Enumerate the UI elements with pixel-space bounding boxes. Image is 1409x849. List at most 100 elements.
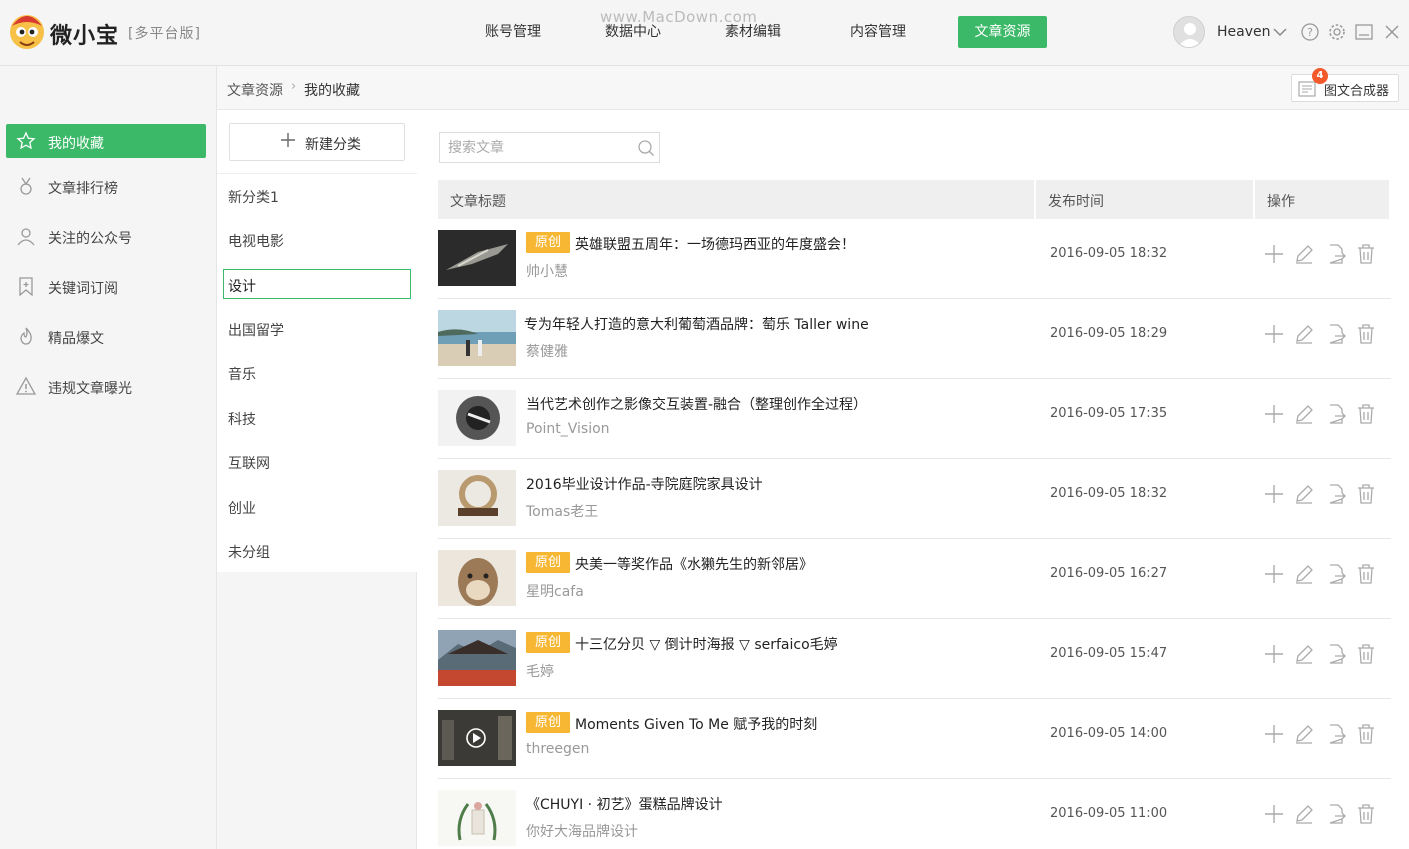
user-icon: [17, 228, 35, 246]
svg-text:?: ?: [1307, 26, 1313, 39]
article-date: 2016-09-05 16:27: [1050, 566, 1168, 581]
add-icon[interactable]: [1263, 803, 1285, 825]
category-panel: 新建分类 新分类1 电视电影 设计 出国留学 音乐 科技 互联网 创业 未分组: [217, 110, 417, 849]
trash-icon[interactable]: [1355, 403, 1377, 425]
breadcrumb-current: 我的收藏: [304, 83, 360, 99]
avatar[interactable]: [1173, 16, 1205, 48]
trash-icon[interactable]: [1355, 803, 1377, 825]
sidebar-item-keyword-subscribe[interactable]: 关键词订阅: [6, 269, 206, 303]
edit-icon[interactable]: [1293, 403, 1315, 425]
edit-icon[interactable]: [1293, 723, 1315, 745]
category-item[interactable]: 出国留学: [217, 307, 417, 351]
category-item[interactable]: 创业: [217, 485, 417, 529]
avatar-person-icon: [1178, 23, 1202, 47]
sidebar-item-favorites[interactable]: 我的收藏: [6, 124, 206, 158]
nav-data-center[interactable]: 数据中心: [593, 16, 673, 48]
new-category-label: 新建分类: [305, 137, 361, 153]
nav-material-edit[interactable]: 素材编辑: [713, 16, 793, 48]
trash-icon[interactable]: [1355, 643, 1377, 665]
sidebar-item-followed-accounts[interactable]: 关注的公众号: [6, 219, 206, 253]
article-title[interactable]: Moments Given To Me 赋予我的时刻: [575, 714, 817, 734]
table-row[interactable]: 原创 Moments Given To Me 赋予我的时刻 threegen 2…: [438, 699, 1391, 779]
article-thumbnail: [438, 790, 516, 846]
sidebar-item-hot-articles[interactable]: 精品爆文: [6, 319, 206, 353]
edition-label: [多平台版]: [128, 26, 201, 42]
table-row[interactable]: 2016毕业设计作品-寺院庭院家具设计 Tomas老王 2016-09-05 1…: [438, 459, 1391, 539]
minimize-icon[interactable]: [1354, 22, 1374, 42]
sidebar: 我的收藏 文章排行榜 关注的公众号 关键词订阅 精品爆文 违规文章曝光: [0, 66, 217, 849]
new-category-button[interactable]: 新建分类: [229, 123, 405, 161]
category-toolbar: 新建分类: [217, 110, 417, 174]
article-title[interactable]: 专为年轻人打造的意大利葡萄酒品牌：萄乐 Taller wine: [524, 314, 869, 334]
export-icon[interactable]: [1325, 563, 1347, 585]
article-title[interactable]: 当代艺术创作之影像交互装置-融合（整理创作全过程）: [526, 394, 867, 414]
edit-icon[interactable]: [1293, 643, 1315, 665]
table-row[interactable]: 当代艺术创作之影像交互装置-融合（整理创作全过程） Point_Vision 2…: [438, 379, 1391, 459]
sidebar-item-violations[interactable]: 违规文章曝光: [6, 369, 206, 403]
export-icon[interactable]: [1325, 323, 1347, 345]
nav-article-resource[interactable]: 文章资源: [958, 16, 1047, 48]
category-item[interactable]: 科技: [217, 396, 417, 440]
category-item[interactable]: 新分类1: [217, 174, 417, 218]
trash-icon[interactable]: [1355, 723, 1377, 745]
add-icon[interactable]: [1263, 403, 1285, 425]
edit-icon[interactable]: [1293, 563, 1315, 585]
category-item-selected[interactable]: 设计: [217, 263, 417, 307]
export-icon[interactable]: [1325, 803, 1347, 825]
close-icon[interactable]: [1382, 22, 1402, 42]
category-item[interactable]: 电视电影: [217, 218, 417, 262]
search-icon[interactable]: [637, 139, 655, 157]
table-row[interactable]: 原创 英雄联盟五周年：一场德玛西亚的年度盛会！ 帅小慧 2016-09-05 1…: [438, 219, 1391, 299]
original-tag: 原创: [526, 232, 570, 253]
table-row[interactable]: 《CHUYI · 初艺》蛋糕品牌设计 你好大海品牌设计 2016-09-05 1…: [438, 779, 1391, 849]
sidebar-item-label: 文章排行榜: [48, 181, 118, 197]
add-icon[interactable]: [1263, 643, 1285, 665]
chevron-down-icon[interactable]: [1270, 22, 1290, 42]
table-row[interactable]: 原创 央美一等奖作品《水獭先生的新邻居》 星明cafa 2016-09-05 1…: [438, 539, 1391, 619]
add-icon[interactable]: [1263, 243, 1285, 265]
help-icon[interactable]: ?: [1300, 22, 1320, 42]
category-list: 新分类1 电视电影 设计 出国留学 音乐 科技 互联网 创业 未分组: [217, 174, 417, 572]
add-icon[interactable]: [1263, 483, 1285, 505]
nav-content-manage[interactable]: 内容管理: [838, 16, 918, 48]
export-icon[interactable]: [1325, 723, 1347, 745]
category-item[interactable]: 互联网: [217, 440, 417, 484]
export-icon[interactable]: [1325, 403, 1347, 425]
export-icon[interactable]: [1325, 483, 1347, 505]
composer-button[interactable]: 4 图文合成器: [1291, 68, 1399, 102]
article-title[interactable]: 英雄联盟五周年：一场德玛西亚的年度盛会！: [575, 234, 855, 254]
breadcrumb-root[interactable]: 文章资源: [227, 80, 283, 100]
export-icon[interactable]: [1325, 643, 1347, 665]
trash-icon[interactable]: [1355, 323, 1377, 345]
search-input[interactable]: [448, 138, 628, 158]
trash-icon[interactable]: [1355, 243, 1377, 265]
article-title[interactable]: 十三亿分贝 ▽ 倒计时海报 ▽ serfaico毛婷: [575, 634, 838, 654]
username[interactable]: Heaven: [1217, 24, 1271, 40]
edit-icon[interactable]: [1293, 243, 1315, 265]
table-row[interactable]: 专为年轻人打造的意大利葡萄酒品牌：萄乐 Taller wine 蔡健雅 2016…: [438, 299, 1391, 379]
trash-icon[interactable]: [1355, 483, 1377, 505]
export-icon[interactable]: [1325, 243, 1347, 265]
search-box: [439, 132, 660, 163]
edit-icon[interactable]: [1293, 803, 1315, 825]
edit-icon[interactable]: [1293, 483, 1315, 505]
top-bar: 微小宝 [多平台版] www.MacDown.com 账号管理 数据中心 素材编…: [0, 0, 1409, 66]
category-item[interactable]: 未分组: [217, 529, 417, 573]
trash-icon[interactable]: [1355, 563, 1377, 585]
gear-icon[interactable]: [1327, 22, 1347, 42]
article-title[interactable]: 央美一等奖作品《水獭先生的新邻居》: [575, 554, 813, 574]
article-title[interactable]: 2016毕业设计作品-寺院庭院家具设计: [526, 474, 763, 494]
table-row[interactable]: 原创 十三亿分贝 ▽ 倒计时海报 ▽ serfaico毛婷 毛婷 2016-09…: [438, 619, 1391, 699]
plus-icon: [281, 133, 295, 147]
star-icon: [16, 131, 36, 150]
category-label: 设计: [228, 279, 256, 295]
sidebar-item-ranking[interactable]: 文章排行榜: [6, 169, 206, 203]
nav-account[interactable]: 账号管理: [473, 16, 553, 48]
add-icon[interactable]: [1263, 323, 1285, 345]
article-title[interactable]: 《CHUYI · 初艺》蛋糕品牌设计: [526, 794, 723, 814]
add-icon[interactable]: [1263, 723, 1285, 745]
add-icon[interactable]: [1263, 563, 1285, 585]
category-label: 互联网: [228, 456, 270, 472]
edit-icon[interactable]: [1293, 323, 1315, 345]
category-item[interactable]: 音乐: [217, 351, 417, 395]
